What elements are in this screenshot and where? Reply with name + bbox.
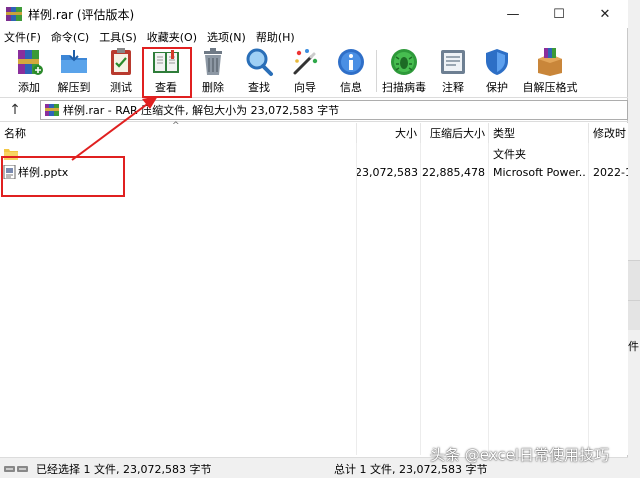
- watermark: 头条 @excel日常使用技巧: [430, 446, 609, 464]
- annotation-arrow: [71, 96, 158, 161]
